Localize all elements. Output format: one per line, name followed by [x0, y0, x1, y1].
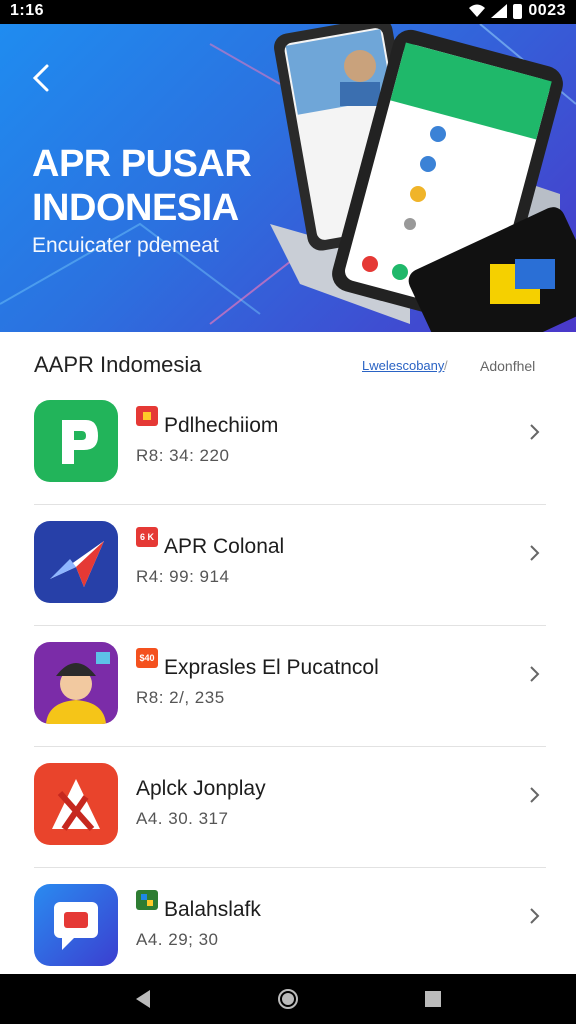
badge-icon	[141, 894, 153, 906]
hero-banner: APR PUSAR INDONESIA Encuicater pdemeat	[0, 24, 576, 332]
chevron-right-icon	[530, 545, 540, 561]
home-circle-icon[interactable]	[275, 986, 301, 1012]
app-list-item[interactable]: 6 K APR Colonal R4: 99: 914	[34, 505, 546, 626]
app-list-item[interactable]: Balahslafk A4. 29; 30	[34, 868, 546, 988]
section-link[interactable]: Lwelescobany	[362, 358, 444, 373]
app-list-item[interactable]: $40 Exprasles El Pucatncol R8: 2/, 235	[34, 626, 546, 747]
green-p-icon	[34, 400, 118, 482]
app-list-item[interactable]: Aplck Jonplay A4. 30. 317	[34, 747, 546, 868]
wifi-icon	[469, 4, 486, 18]
back-button[interactable]	[26, 60, 56, 96]
phones-illustration	[270, 24, 576, 332]
chevron-right-icon	[530, 424, 540, 440]
badge	[136, 890, 158, 910]
app-name: APR Colonal	[164, 535, 285, 558]
app-name: Aplck Jonplay	[136, 777, 266, 800]
app-meta: A4. 29; 30	[136, 930, 219, 949]
avatar-icon	[34, 642, 118, 724]
section-separator: /	[444, 358, 448, 373]
status-clock: 0023	[528, 2, 566, 19]
navigation-bar	[0, 974, 576, 1024]
signal-icon	[491, 4, 508, 18]
battery-icon	[513, 3, 523, 19]
red-x-icon	[34, 763, 118, 845]
hero-subtitle: Encuicater pdemeat	[32, 234, 219, 257]
section-link-secondary[interactable]: Adonfhel	[480, 358, 535, 374]
badge	[136, 406, 158, 426]
app-meta: A4. 30. 317	[136, 809, 229, 828]
recents-square-icon[interactable]	[420, 986, 446, 1012]
status-bar: 1:16 0023	[0, 0, 576, 24]
app-list-item[interactable]: Pdlhechiiom R8: 34: 220	[34, 384, 546, 505]
app-meta: R4: 99: 914	[136, 567, 230, 586]
app-name: Exprasles El Pucatncol	[164, 656, 379, 679]
status-time: 1:16	[10, 2, 45, 19]
app-name: Balahslafk	[164, 898, 261, 921]
app-list: Pdlhechiiom R8: 34: 220 6 K APR Colonal …	[0, 384, 576, 988]
app-meta: R8: 34: 220	[136, 446, 230, 465]
app-meta: R8: 2/, 235	[136, 688, 225, 707]
badge: 6 K	[136, 527, 158, 547]
section-title: AAPR Indomesia	[34, 352, 202, 377]
app-name: Pdlhechiiom	[164, 414, 279, 437]
chat-icon	[34, 884, 118, 966]
badge-icon	[143, 412, 151, 420]
chevron-right-icon	[530, 666, 540, 682]
back-triangle-icon[interactable]	[130, 986, 156, 1012]
hero-title: APR PUSAR INDONESIA	[32, 143, 252, 229]
chevron-right-icon	[530, 787, 540, 803]
chevron-left-icon	[32, 64, 49, 92]
chevron-right-icon	[530, 908, 540, 924]
blue-arrow-icon	[34, 521, 118, 603]
badge: $40	[136, 648, 158, 668]
